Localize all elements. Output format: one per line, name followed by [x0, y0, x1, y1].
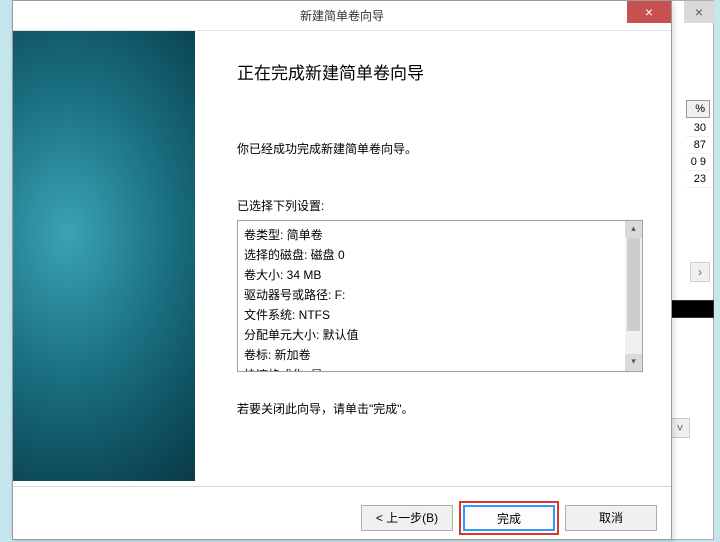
settings-item: 卷类型: 简单卷 — [244, 225, 636, 245]
scroll-up-icon[interactable]: ▴ — [625, 221, 642, 238]
close-button[interactable]: × — [627, 1, 671, 23]
bg-cell: 23 — [686, 171, 710, 188]
button-row: < 上一步(B) 完成 取消 — [361, 505, 657, 531]
settings-item: 分配单元大小: 默认值 — [244, 325, 636, 345]
settings-listbox[interactable]: 卷类型: 简单卷 选择的磁盘: 磁盘 0 卷大小: 34 MB 驱动器号或路径:… — [237, 220, 643, 372]
bg-cell: 0 9 — [686, 154, 710, 171]
wizard-dialog: 新建简单卷向导 × 正在完成新建简单卷向导 你已经成功完成新建简单卷向导。 已选… — [12, 0, 672, 540]
button-separator — [13, 486, 671, 487]
bg-cell: 30 — [686, 120, 710, 137]
finish-button[interactable]: 完成 — [463, 505, 555, 531]
scroll-down-icon[interactable]: ▾ — [625, 354, 642, 371]
page-heading: 正在完成新建简单卷向导 — [237, 59, 643, 84]
scroll-track[interactable] — [625, 238, 642, 354]
wizard-content: 正在完成新建简单卷向导 你已经成功完成新建简单卷向导。 已选择下列设置: 卷类型… — [195, 31, 671, 481]
settings-list: 卷类型: 简单卷 选择的磁盘: 磁盘 0 卷大小: 34 MB 驱动器号或路径:… — [238, 221, 642, 372]
bg-column-header: % — [686, 100, 710, 118]
settings-item: 卷大小: 34 MB — [244, 265, 636, 285]
settings-item: 选择的磁盘: 磁盘 0 — [244, 245, 636, 265]
scroll-thumb[interactable] — [627, 238, 640, 331]
settings-item: 文件系统: NTFS — [244, 305, 636, 325]
settings-scrollbar[interactable]: ▴ ▾ — [625, 221, 642, 371]
wizard-body: 正在完成新建简单卷向导 你已经成功完成新建简单卷向导。 已选择下列设置: 卷类型… — [13, 31, 671, 481]
close-icon: × — [645, 4, 653, 20]
bg-column-cells: 30 87 0 9 23 — [686, 120, 710, 188]
back-button[interactable]: < 上一步(B) — [361, 505, 453, 531]
wizard-banner-image — [13, 31, 195, 481]
bg-scroll-right-icon[interactable]: › — [690, 262, 710, 282]
settings-item: 卷标: 新加卷 — [244, 345, 636, 365]
titlebar: 新建简单卷向导 × — [13, 1, 671, 31]
window-title: 新建简单卷向导 — [13, 7, 671, 24]
bg-scroll-down-icon[interactable]: ˅ — [670, 418, 690, 438]
settings-item: 快速格式化: 是 — [244, 365, 636, 372]
success-text: 你已经成功完成新建简单卷向导。 — [237, 140, 643, 157]
settings-label: 已选择下列设置: — [237, 197, 643, 214]
bg-close-button[interactable]: × — [684, 1, 714, 23]
bg-cell: 87 — [686, 137, 710, 154]
settings-item: 驱动器号或路径: F: — [244, 285, 636, 305]
cancel-button[interactable]: 取消 — [565, 505, 657, 531]
closing-instruction: 若要关闭此向导，请单击"完成"。 — [237, 400, 643, 417]
